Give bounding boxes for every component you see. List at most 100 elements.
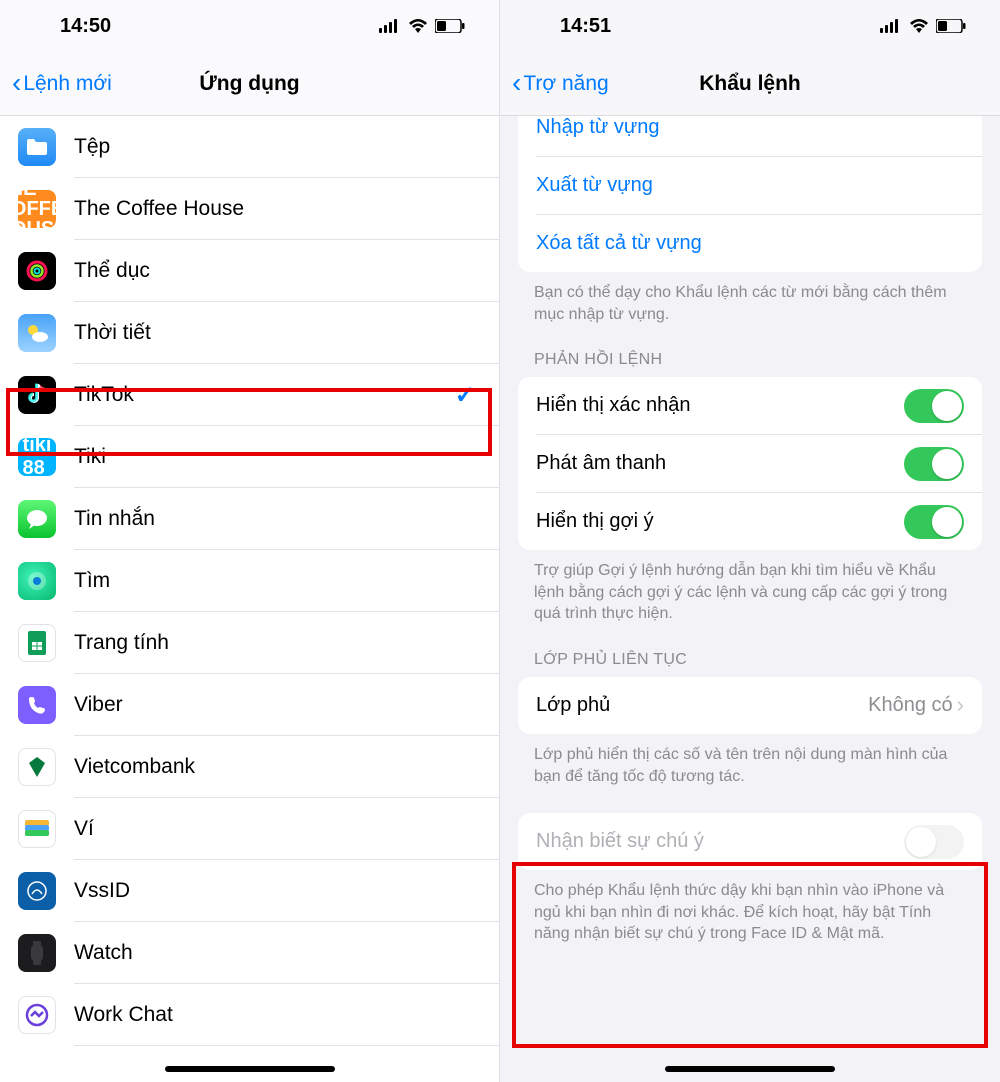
app-label: VssID <box>74 879 499 903</box>
link-label: Xuất từ vựng <box>536 174 964 197</box>
app-label: Watch <box>74 941 499 965</box>
fit-icon <box>18 252 56 290</box>
nav-bar: ‹ Trợ năng Khẩu lệnh <box>500 52 1000 116</box>
back-button[interactable]: ‹ Lệnh mới <box>0 69 112 99</box>
app-label: Vietcombank <box>74 755 499 779</box>
overlay-card: Lớp phủ Không có › <box>518 677 982 734</box>
app-list: Tệp THECOFFEEHOUSEThe Coffee House Thể dục… <box>0 116 499 1082</box>
overlay-value: Không có <box>868 694 953 717</box>
app-row-msg[interactable]: Tin nhắn <box>0 488 499 550</box>
sheets-icon <box>18 624 56 662</box>
overlay-footer: Lớp phủ hiển thị các số và tên trên nội … <box>500 734 1000 787</box>
response-footer: Trợ giúp Gợi ý lệnh hướng dẫn bạn khi tì… <box>500 550 1000 625</box>
app-row-tiki[interactable]: tiki88 Tiki <box>0 426 499 488</box>
app-label: Thể dục <box>74 259 499 283</box>
section-header-overlay: LỚP PHỦ LIÊN TỤC <box>500 625 1000 677</box>
back-button[interactable]: ‹ Trợ năng <box>500 69 609 99</box>
vcb-icon <box>18 748 56 786</box>
app-row-viber[interactable]: Viber <box>0 674 499 736</box>
status-icons <box>379 18 465 34</box>
app-row-weather[interactable]: Thời tiết <box>0 302 499 364</box>
attention-card: Nhận biết sự chú ý <box>518 813 982 870</box>
nav-bar: ‹ Lệnh mới Ứng dụng <box>0 52 499 116</box>
app-row-vcb[interactable]: Vietcombank <box>0 736 499 798</box>
app-row-sheets[interactable]: Trang tính <box>0 612 499 674</box>
app-row-find[interactable]: Tìm <box>0 550 499 612</box>
battery-icon <box>936 19 966 33</box>
settings-scroll: Nhập từ vựng Xuất từ vựng Xóa tất cả từ … <box>500 116 1000 1082</box>
app-label: Ví <box>74 817 499 841</box>
tiki-icon: tiki88 <box>18 438 56 476</box>
app-row-coffee[interactable]: THECOFFEEHOUSEThe Coffee House <box>0 178 499 240</box>
viber-icon <box>18 686 56 724</box>
vocab-card: Nhập từ vựng Xuất từ vựng Xóa tất cả từ … <box>518 116 982 272</box>
attention-footer: Cho phép Khẩu lệnh thức dậy khi bạn nhìn… <box>500 870 1000 945</box>
back-label: Trợ năng <box>523 72 608 96</box>
toggle-label: Hiển thị gợi ý <box>536 510 904 533</box>
vocab-footer: Bạn có thể dạy cho Khẩu lệnh các từ mới … <box>500 272 1000 325</box>
back-label: Lệnh mới <box>23 72 111 96</box>
toggle-switch[interactable] <box>904 447 964 481</box>
vssid-icon <box>18 872 56 910</box>
app-label: Work Chat <box>74 1003 499 1027</box>
toggle-label: Hiển thị xác nhận <box>536 394 904 417</box>
app-label: Tiki <box>74 445 499 469</box>
link-label: Nhập từ vựng <box>536 116 964 139</box>
msg-icon <box>18 500 56 538</box>
signal-icon <box>379 19 401 33</box>
chevron-left-icon: ‹ <box>12 69 21 99</box>
battery-icon <box>435 19 465 33</box>
status-bar: 14:50 <box>0 0 499 52</box>
toggle-row-hint[interactable]: Hiển thị gợi ý <box>518 493 982 550</box>
app-row-workchat[interactable]: Work Chat <box>0 984 499 1046</box>
status-time: 14:50 <box>60 15 111 38</box>
app-row-wallet[interactable]: Ví <box>0 798 499 860</box>
app-label: TikTok <box>74 383 455 407</box>
overlay-label: Lớp phủ <box>536 694 868 717</box>
workchat-icon <box>18 996 56 1034</box>
app-row-fit[interactable]: Thể dục <box>0 240 499 302</box>
app-label: The Coffee House <box>74 197 499 221</box>
checkmark-icon: ✓ <box>455 381 475 410</box>
toggle-switch[interactable] <box>904 389 964 423</box>
toggle-row-confirm[interactable]: Hiển thị xác nhận <box>518 377 982 434</box>
phone-left: 14:50 ‹ Lệnh mới Ứng dụng Tệp THECOFFEEHO… <box>0 0 500 1082</box>
link-import-vocab[interactable]: Nhập từ vựng <box>518 116 982 156</box>
app-label: Viber <box>74 693 499 717</box>
find-icon <box>18 562 56 600</box>
home-indicator <box>165 1066 335 1072</box>
app-row-tiktok[interactable]: TikTok✓ <box>0 364 499 426</box>
app-row-vssid[interactable]: VssID <box>0 860 499 922</box>
app-label: Tìm <box>74 569 499 593</box>
wifi-icon <box>908 18 930 34</box>
home-indicator <box>665 1066 835 1072</box>
app-row-files[interactable]: Tệp <box>0 116 499 178</box>
link-export-vocab[interactable]: Xuất từ vựng <box>518 157 982 214</box>
chevron-right-icon: › <box>957 692 964 718</box>
attention-row[interactable]: Nhận biết sự chú ý <box>518 813 982 870</box>
toggle-switch[interactable] <box>904 825 964 859</box>
attention-label: Nhận biết sự chú ý <box>536 830 904 853</box>
link-label: Xóa tất cả từ vựng <box>536 232 964 255</box>
watch-icon <box>18 934 56 972</box>
phone-right: 14:51 ‹ Trợ năng Khẩu lệnh <box>500 0 1000 1082</box>
overlay-row[interactable]: Lớp phủ Không có › <box>518 677 982 734</box>
status-time: 14:51 <box>560 15 611 38</box>
section-header-response: PHẢN HỒI LỆNH <box>500 325 1000 377</box>
app-label: Thời tiết <box>74 321 499 345</box>
app-label: Trang tính <box>74 631 499 655</box>
weather-icon <box>18 314 56 352</box>
app-label: Tệp <box>74 135 499 159</box>
toggle-label: Phát âm thanh <box>536 452 904 475</box>
link-delete-vocab[interactable]: Xóa tất cả từ vựng <box>518 215 982 272</box>
files-icon <box>18 128 56 166</box>
wallet-icon <box>18 810 56 848</box>
app-label: Tin nhắn <box>74 507 499 531</box>
toggle-switch[interactable] <box>904 505 964 539</box>
app-row-watch[interactable]: Watch <box>0 922 499 984</box>
toggle-row-sound[interactable]: Phát âm thanh <box>518 435 982 492</box>
chevron-left-icon: ‹ <box>512 69 521 99</box>
wifi-icon <box>407 18 429 34</box>
status-icons <box>880 18 966 34</box>
signal-icon <box>880 19 902 33</box>
